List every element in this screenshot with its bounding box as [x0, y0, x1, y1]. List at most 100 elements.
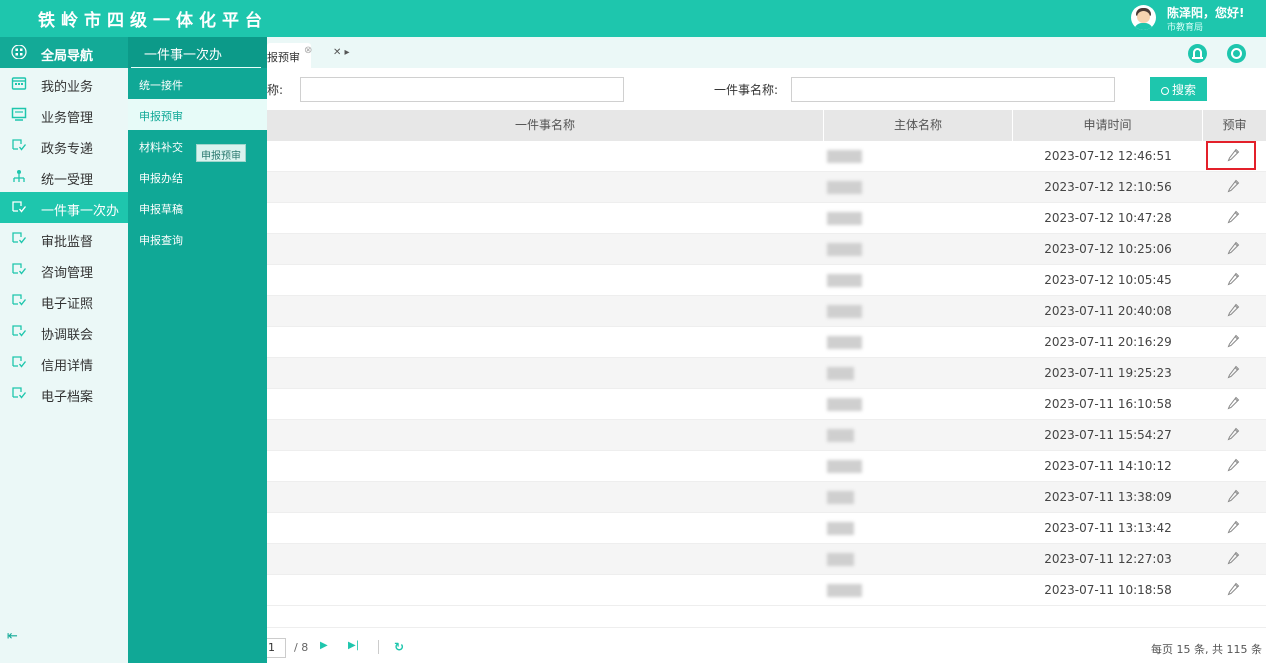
nav-item-label: 一件事一次办 — [41, 204, 120, 219]
tab-scroll-icon[interactable]: ✕ ▸ — [333, 47, 350, 58]
apply-time-cell: 2023-07-11 14:10:12 — [1044, 459, 1172, 473]
pagination: 1 / 8 ▶ ▶| ↻ 每页 15 条, 共 115 条 — [267, 627, 1266, 663]
apply-time-cell: 2023-07-11 13:13:42 — [1044, 521, 1172, 535]
review-cell — [1203, 172, 1266, 203]
table-row[interactable]: 2023-07-12 12:46:51 — [267, 141, 1266, 172]
col-subject-name[interactable]: 主体名称 — [824, 110, 1013, 141]
edit-icon[interactable] — [1227, 489, 1240, 504]
sub-nav-item-label: 申报查询 — [139, 234, 183, 247]
table-row[interactable]: 2023-07-12 10:05:45 — [267, 265, 1266, 296]
doc-check-icon — [12, 263, 27, 275]
subject-name-label: 称: — [267, 83, 284, 97]
search-button-label: 搜索 — [1171, 82, 1196, 97]
sub-nav-item[interactable]: 统一接件 — [128, 68, 267, 99]
top-header: 铁岭市四级一体化平台 陈泽阳，您好! 市教育局 — [0, 0, 1266, 37]
edit-icon[interactable] — [1227, 582, 1240, 597]
sub-nav-item-label: 统一接件 — [139, 79, 183, 92]
edit-icon[interactable] — [1227, 334, 1240, 349]
collapse-icon[interactable]: ⇤ — [7, 629, 33, 655]
nav-item[interactable]: 我的业务 — [0, 68, 128, 99]
apply-time-cell: 2023-07-12 10:25:06 — [1044, 242, 1172, 256]
edit-icon[interactable] — [1227, 303, 1240, 318]
table-row[interactable]: 2023-07-12 10:47:28 — [267, 203, 1266, 234]
sub-nav-item[interactable]: 申报草稿 — [128, 192, 267, 223]
search-bar: 称: 一件事名称: 搜索 — [267, 69, 1266, 109]
bell-icon[interactable] — [1188, 44, 1207, 63]
edit-icon[interactable] — [1227, 365, 1240, 380]
edit-icon[interactable] — [1227, 272, 1240, 287]
sub-nav-header: 一件事一次办 — [128, 37, 267, 68]
user-department: 市教育局 — [1167, 23, 1204, 33]
subject-name-input[interactable] — [300, 77, 624, 102]
review-cell — [1203, 575, 1266, 606]
user-greeting[interactable]: 陈泽阳，您好! — [1167, 4, 1244, 21]
table-row[interactable]: 2023-07-11 20:16:29 — [267, 327, 1266, 358]
nav-item[interactable]: 一件事一次办 — [0, 192, 128, 223]
nav-item[interactable]: 统一受理 — [0, 161, 128, 192]
table-row[interactable]: 2023-07-11 16:10:58 — [267, 389, 1266, 420]
item-name-input[interactable] — [791, 77, 1115, 102]
col-apply-time[interactable]: 申请时间 — [1013, 110, 1203, 141]
pager-summary: 每页 15 条, 共 115 条 — [1151, 643, 1262, 656]
nav-item[interactable]: 咨询管理 — [0, 254, 128, 285]
apply-time-cell: 2023-07-11 15:54:27 — [1044, 428, 1172, 442]
table-row[interactable]: 2023-07-11 19:25:23 — [267, 358, 1266, 389]
edit-icon[interactable] — [1227, 520, 1240, 535]
table-row[interactable]: 2023-07-11 13:38:09 — [267, 482, 1266, 513]
page-number-input[interactable]: 1 — [267, 638, 286, 658]
apply-time-cell: 2023-07-11 20:16:29 — [1044, 335, 1172, 349]
nav-item[interactable]: 审批监督 — [0, 223, 128, 254]
nav-global[interactable]: 全局导航 — [0, 37, 128, 68]
reload-icon[interactable]: ↻ — [394, 640, 404, 654]
table-row[interactable]: 2023-07-11 10:18:58 — [267, 575, 1266, 606]
nav-item-label: 审批监督 — [41, 235, 94, 250]
edit-icon[interactable] — [1227, 551, 1240, 566]
sub-nav-item[interactable]: 申报预审 — [128, 99, 267, 130]
nav-item[interactable]: 电子档案 — [0, 378, 128, 409]
table-row[interactable]: 2023-07-11 15:54:27 — [267, 420, 1266, 451]
doc-check-icon — [12, 387, 27, 399]
monitor-icon — [11, 107, 27, 121]
col-item-name[interactable]: 一件事名称 — [267, 110, 824, 141]
apply-time-cell: 2023-07-11 19:25:23 — [1044, 366, 1172, 380]
table-row[interactable]: 2023-07-11 13:13:42 — [267, 513, 1266, 544]
edit-icon[interactable] — [1227, 179, 1240, 194]
nav-item[interactable]: 协调联会 — [0, 316, 128, 347]
table-row[interactable]: 2023-07-12 10:25:06 — [267, 234, 1266, 265]
search-button[interactable]: 搜索 — [1150, 77, 1207, 101]
edit-icon[interactable] — [1227, 458, 1240, 473]
doc-check-icon — [12, 325, 27, 337]
doc-check-icon — [12, 356, 27, 368]
table-row[interactable]: 2023-07-11 14:10:12 — [267, 451, 1266, 482]
edit-icon[interactable] — [1227, 396, 1240, 411]
nav-item[interactable]: 政务专递 — [0, 130, 128, 161]
close-icon[interactable]: ⊗ — [304, 45, 312, 56]
nav-item-label: 我的业务 — [41, 80, 94, 95]
table-row[interactable]: 2023-07-11 20:40:08 — [267, 296, 1266, 327]
nav-item-label: 电子档案 — [41, 390, 94, 405]
last-page-icon[interactable]: ▶| — [348, 640, 359, 651]
apply-time-cell: 2023-07-11 16:10:58 — [1044, 397, 1172, 411]
review-cell — [1203, 265, 1266, 296]
nav-item-label: 咨询管理 — [41, 266, 94, 281]
sub-nav-item[interactable]: 申报办结 — [128, 161, 267, 192]
next-page-icon[interactable]: ▶ — [320, 640, 328, 651]
nav-item-label: 协调联会 — [41, 328, 94, 343]
edit-icon[interactable] — [1227, 210, 1240, 225]
nav-item[interactable]: 业务管理 — [0, 99, 128, 130]
edit-icon[interactable] — [1227, 241, 1240, 256]
edit-icon[interactable] — [1227, 427, 1240, 442]
tab-bar: 报预审 ⊗ ✕ ▸ — [267, 37, 1266, 68]
review-cell — [1203, 482, 1266, 513]
nav-item[interactable]: 电子证照 — [0, 285, 128, 316]
sub-nav-title: 一件事一次办 — [144, 48, 223, 63]
table-row[interactable]: 2023-07-12 12:10:56 — [267, 172, 1266, 203]
refresh-icon[interactable] — [1227, 44, 1246, 63]
sub-nav-item[interactable]: 申报查询 — [128, 223, 267, 254]
redacted-subject-name — [827, 336, 862, 349]
table-row[interactable]: 2023-07-11 12:27:03 — [267, 544, 1266, 575]
apply-time-cell: 2023-07-12 12:46:51 — [1044, 149, 1172, 163]
user-avatar[interactable] — [1131, 5, 1156, 30]
tab-active[interactable]: 报预审 ⊗ — [267, 43, 312, 68]
nav-item[interactable]: 信用详情 — [0, 347, 128, 378]
